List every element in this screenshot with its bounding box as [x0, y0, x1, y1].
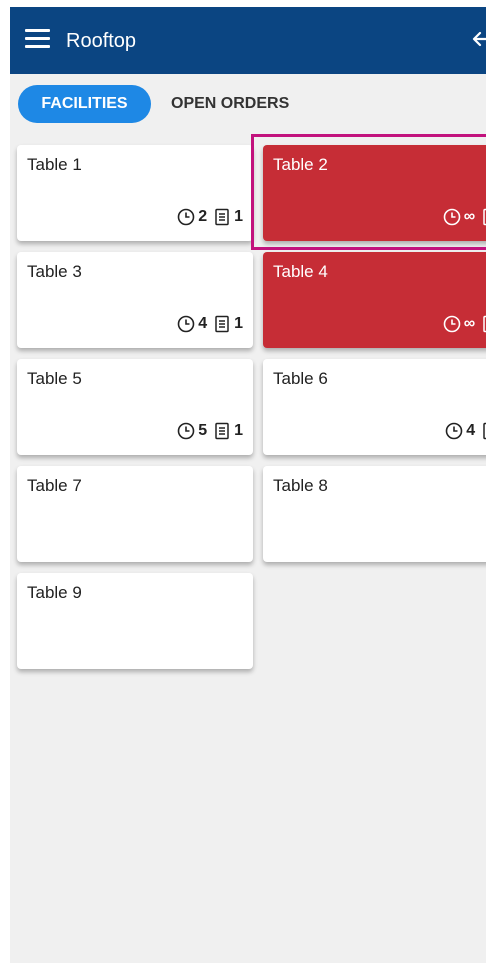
table-name: Table 1 [27, 155, 82, 174]
tab-bar: FACILITIES OPEN ORDERS [10, 85, 486, 125]
table-name: Table 5 [27, 369, 82, 388]
receipt-icon [215, 208, 229, 226]
table-name: Table 6 [273, 369, 328, 388]
table-stats: 2 1 [177, 207, 243, 227]
table-card-8[interactable]: Table 8 [263, 466, 486, 562]
table-name: Table 3 [27, 262, 82, 281]
receipt-icon [483, 208, 486, 226]
table-stats: 4 1 [177, 314, 243, 334]
receipt-icon [483, 315, 486, 333]
table-card-2[interactable]: Table 2 ∞ 1 [263, 145, 486, 241]
order-count: 1 [234, 315, 243, 332]
receipt-icon [483, 422, 486, 440]
table-name: Table 8 [273, 476, 328, 495]
clock-icon [443, 208, 460, 226]
hamburger-menu-icon[interactable] [25, 29, 50, 49]
page-title: Rooftop [66, 30, 137, 52]
elapsed-time: 2 [198, 208, 208, 225]
table-name: Table 4 [273, 262, 328, 281]
clock-icon [177, 422, 195, 440]
table-name: Table 9 [27, 583, 82, 602]
app-screen: Rooftop FACILITIES OPEN ORDERS Table 1 2… [10, 7, 486, 963]
elapsed-time: 4 [466, 422, 476, 439]
tab-facilities[interactable]: FACILITIES [18, 85, 151, 123]
elapsed-time: 4 [198, 315, 208, 332]
table-stats: 4 1 [445, 421, 486, 441]
table-card-3[interactable]: Table 3 4 1 [17, 252, 253, 348]
clock-icon [177, 315, 195, 333]
clock-icon [443, 315, 460, 333]
receipt-icon [215, 422, 229, 440]
clock-icon [177, 208, 195, 226]
top-app-bar: Rooftop [10, 7, 486, 74]
table-card-4[interactable]: Table 4 ∞ 1 [263, 252, 486, 348]
table-card-5[interactable]: Table 5 5 1 [17, 359, 253, 455]
table-card-9[interactable]: Table 9 [17, 573, 253, 669]
receipt-icon [215, 315, 229, 333]
clock-icon [445, 422, 463, 440]
order-count: 1 [234, 422, 243, 439]
table-card-1[interactable]: Table 1 2 1 [17, 145, 253, 241]
elapsed-time: ∞ [463, 208, 476, 225]
tab-open-orders[interactable]: OPEN ORDERS [171, 85, 289, 123]
order-count: 1 [234, 208, 243, 225]
table-stats: ∞ 1 [443, 207, 486, 227]
table-card-6[interactable]: Table 6 4 1 [263, 359, 486, 455]
elapsed-time: 5 [198, 422, 208, 439]
table-stats: 5 1 [177, 421, 243, 441]
table-name: Table 7 [27, 476, 82, 495]
table-card-7[interactable]: Table 7 [17, 466, 253, 562]
elapsed-time: ∞ [463, 315, 476, 332]
arrow-left-icon[interactable] [470, 27, 486, 51]
table-name: Table 2 [273, 155, 328, 174]
table-stats: ∞ 1 [443, 314, 486, 334]
